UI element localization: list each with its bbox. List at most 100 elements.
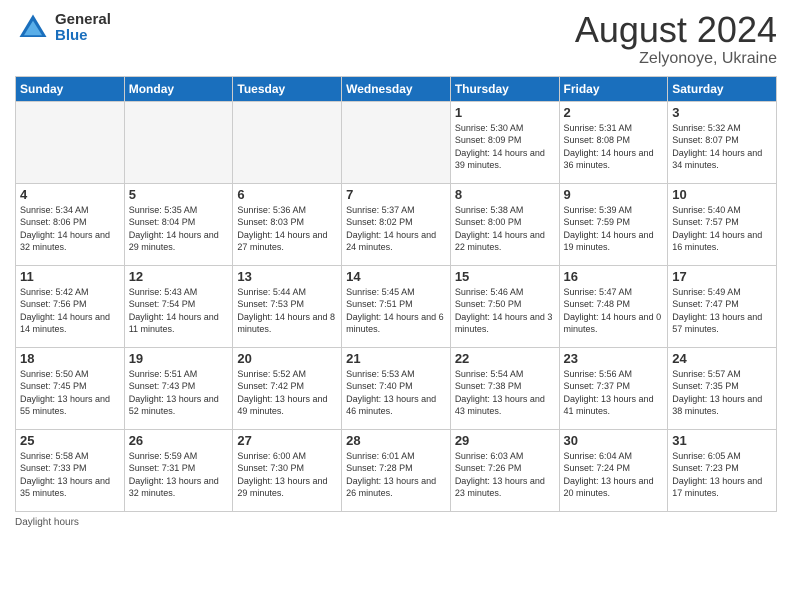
- day-number: 29: [455, 433, 555, 448]
- day-cell-3-4: 14Sunrise: 5:45 AMSunset: 7:51 PMDayligh…: [342, 265, 451, 347]
- calendar-header-row: Sunday Monday Tuesday Wednesday Thursday…: [16, 76, 777, 101]
- day-cell-1-7: 3 Sunrise: 5:32 AMSunset: 8:07 PMDaylight…: [668, 101, 777, 183]
- day-cell-3-2: 12 Sunrise: 5:43 AMSunset: 7:54 PMDayligh…: [124, 265, 233, 347]
- day-info: Sunrise: 5:32 AMSunset: 8:07 PMDaylight:…: [672, 122, 772, 172]
- day-cell-5-2: 26Sunrise: 5:59 AMSunset: 7:31 PMDayligh…: [124, 429, 233, 511]
- day-number: 20: [237, 351, 337, 366]
- day-number: 9: [564, 187, 664, 202]
- day-cell-5-4: 28Sunrise: 6:01 AMSunset: 7:28 PMDayligh…: [342, 429, 451, 511]
- day-number: 25: [20, 433, 120, 448]
- day-info: Sunrise: 5:57 AMSunset: 7:35 PMDaylight:…: [672, 368, 772, 418]
- col-sunday: Sunday: [16, 76, 125, 101]
- day-number: 12: [129, 269, 229, 284]
- day-info: Sunrise: 6:04 AMSunset: 7:24 PMDaylight:…: [564, 450, 664, 500]
- day-number: 15: [455, 269, 555, 284]
- day-cell-1-1: [16, 101, 125, 183]
- day-cell-1-4: [342, 101, 451, 183]
- day-number: 13: [237, 269, 337, 284]
- day-cell-3-1: 11Sunrise: 5:42 AMSunset: 7:56 PMDayligh…: [16, 265, 125, 347]
- day-number: 11: [20, 269, 120, 284]
- day-number: 23: [564, 351, 664, 366]
- day-number: 7: [346, 187, 446, 202]
- day-cell-1-5: 1 Sunrise: 5:30 AMSunset: 8:09 PMDaylight…: [450, 101, 559, 183]
- day-cell-1-6: 2Sunrise: 5:31 AMSunset: 8:08 PMDaylight…: [559, 101, 668, 183]
- day-cell-4-1: 18 Sunrise: 5:50 AMSunset: 7:45 PMDayligh…: [16, 347, 125, 429]
- day-info: Sunrise: 5:49 AMSunset: 7:47 PMDaylight:…: [672, 286, 772, 336]
- day-cell-5-6: 30 Sunrise: 6:04 AMSunset: 7:24 PMDayligh…: [559, 429, 668, 511]
- day-number: 14: [346, 269, 446, 284]
- day-number: 8: [455, 187, 555, 202]
- day-number: 1: [455, 105, 555, 120]
- footer: Daylight hours: [15, 517, 777, 528]
- day-cell-2-5: 8 Sunrise: 5:38 AMSunset: 8:00 PMDaylight…: [450, 183, 559, 265]
- page: General Blue August 2024 Zelyonoye, Ukra…: [0, 0, 792, 612]
- calendar-table: Sunday Monday Tuesday Wednesday Thursday…: [15, 76, 777, 512]
- day-cell-2-6: 9 Sunrise: 5:39 AMSunset: 7:59 PMDaylight…: [559, 183, 668, 265]
- day-info: Sunrise: 5:38 AMSunset: 8:00 PMDaylight:…: [455, 204, 555, 254]
- day-number: 21: [346, 351, 446, 366]
- day-info: Sunrise: 5:52 AMSunset: 7:42 PMDaylight:…: [237, 368, 337, 418]
- day-cell-1-2: [124, 101, 233, 183]
- day-number: 6: [237, 187, 337, 202]
- day-info: Sunrise: 5:35 AMSunset: 8:04 PMDaylight:…: [129, 204, 229, 254]
- day-number: 2: [564, 105, 664, 120]
- day-cell-4-5: 22Sunrise: 5:54 AMSunset: 7:38 PMDayligh…: [450, 347, 559, 429]
- day-number: 22: [455, 351, 555, 366]
- title-block: August 2024 Zelyonoye, Ukraine: [575, 10, 777, 68]
- day-number: 27: [237, 433, 337, 448]
- day-number: 5: [129, 187, 229, 202]
- col-monday: Monday: [124, 76, 233, 101]
- day-number: 24: [672, 351, 772, 366]
- day-info: Sunrise: 6:01 AMSunset: 7:28 PMDaylight:…: [346, 450, 446, 500]
- day-info: Sunrise: 5:34 AMSunset: 8:06 PMDaylight:…: [20, 204, 120, 254]
- day-info: Sunrise: 5:36 AMSunset: 8:03 PMDaylight:…: [237, 204, 337, 254]
- day-number: 4: [20, 187, 120, 202]
- day-info: Sunrise: 5:51 AMSunset: 7:43 PMDaylight:…: [129, 368, 229, 418]
- week-row-4: 18 Sunrise: 5:50 AMSunset: 7:45 PMDayligh…: [16, 347, 777, 429]
- week-row-3: 11Sunrise: 5:42 AMSunset: 7:56 PMDayligh…: [16, 265, 777, 347]
- logo-blue-text: Blue: [55, 28, 111, 45]
- day-number: 16: [564, 269, 664, 284]
- day-cell-2-4: 7 Sunrise: 5:37 AMSunset: 8:02 PMDaylight…: [342, 183, 451, 265]
- day-number: 10: [672, 187, 772, 202]
- day-cell-3-3: 13Sunrise: 5:44 AMSunset: 7:53 PMDayligh…: [233, 265, 342, 347]
- day-info: Sunrise: 5:40 AMSunset: 7:57 PMDaylight:…: [672, 204, 772, 254]
- day-cell-3-5: 15 Sunrise: 5:46 AMSunset: 7:50 PMDayligh…: [450, 265, 559, 347]
- day-info: Sunrise: 5:43 AMSunset: 7:54 PMDaylight:…: [129, 286, 229, 336]
- day-info: Sunrise: 5:50 AMSunset: 7:45 PMDaylight:…: [20, 368, 120, 418]
- day-info: Sunrise: 5:47 AMSunset: 7:48 PMDaylight:…: [564, 286, 664, 336]
- day-cell-2-2: 5 Sunrise: 5:35 AMSunset: 8:04 PMDaylight…: [124, 183, 233, 265]
- day-cell-2-1: 4 Sunrise: 5:34 AMSunset: 8:06 PMDaylight…: [16, 183, 125, 265]
- day-info: Sunrise: 5:56 AMSunset: 7:37 PMDaylight:…: [564, 368, 664, 418]
- logo-text: General Blue: [55, 12, 111, 45]
- day-cell-5-7: 31Sunrise: 6:05 AMSunset: 7:23 PMDayligh…: [668, 429, 777, 511]
- day-cell-5-1: 25 Sunrise: 5:58 AMSunset: 7:33 PMDayligh…: [16, 429, 125, 511]
- col-tuesday: Tuesday: [233, 76, 342, 101]
- col-wednesday: Wednesday: [342, 76, 451, 101]
- day-info: Sunrise: 6:03 AMSunset: 7:26 PMDaylight:…: [455, 450, 555, 500]
- day-info: Sunrise: 5:30 AMSunset: 8:09 PMDaylight:…: [455, 122, 555, 172]
- day-cell-4-2: 19Sunrise: 5:51 AMSunset: 7:43 PMDayligh…: [124, 347, 233, 429]
- day-cell-4-3: 20 Sunrise: 5:52 AMSunset: 7:42 PMDayligh…: [233, 347, 342, 429]
- day-cell-3-6: 16 Sunrise: 5:47 AMSunset: 7:48 PMDayligh…: [559, 265, 668, 347]
- day-number: 17: [672, 269, 772, 284]
- day-info: Sunrise: 5:46 AMSunset: 7:50 PMDaylight:…: [455, 286, 555, 336]
- day-number: 18: [20, 351, 120, 366]
- week-row-1: 1 Sunrise: 5:30 AMSunset: 8:09 PMDaylight…: [16, 101, 777, 183]
- day-number: 31: [672, 433, 772, 448]
- day-number: 3: [672, 105, 772, 120]
- day-number: 30: [564, 433, 664, 448]
- day-cell-5-3: 27 Sunrise: 6:00 AMSunset: 7:30 PMDayligh…: [233, 429, 342, 511]
- day-info: Sunrise: 5:39 AMSunset: 7:59 PMDaylight:…: [564, 204, 664, 254]
- day-cell-1-3: [233, 101, 342, 183]
- day-info: Sunrise: 5:58 AMSunset: 7:33 PMDaylight:…: [20, 450, 120, 500]
- logo: General Blue: [15, 10, 111, 46]
- day-info: Sunrise: 5:37 AMSunset: 8:02 PMDaylight:…: [346, 204, 446, 254]
- day-cell-2-7: 10 Sunrise: 5:40 AMSunset: 7:57 PMDayligh…: [668, 183, 777, 265]
- day-number: 26: [129, 433, 229, 448]
- col-friday: Friday: [559, 76, 668, 101]
- day-cell-2-3: 6 Sunrise: 5:36 AMSunset: 8:03 PMDaylight…: [233, 183, 342, 265]
- day-cell-3-7: 17 Sunrise: 5:49 AMSunset: 7:47 PMDayligh…: [668, 265, 777, 347]
- day-info: Sunrise: 6:00 AMSunset: 7:30 PMDaylight:…: [237, 450, 337, 500]
- day-cell-4-7: 24 Sunrise: 5:57 AMSunset: 7:35 PMDayligh…: [668, 347, 777, 429]
